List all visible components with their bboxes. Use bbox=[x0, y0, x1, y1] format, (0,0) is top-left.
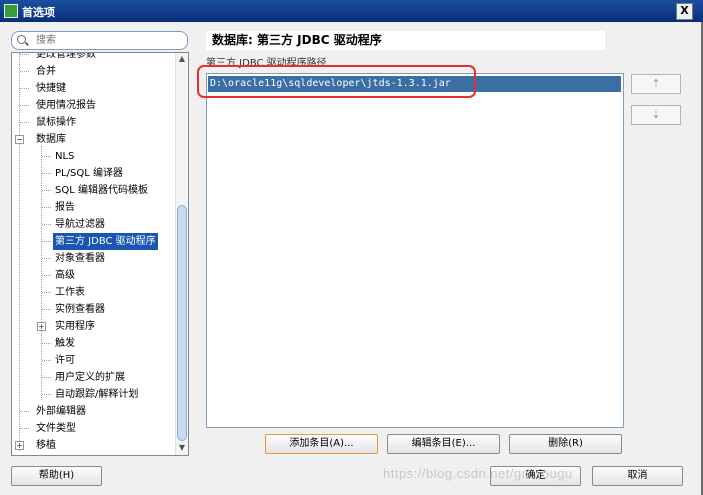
tree-item[interactable]: 外部编辑器 bbox=[12, 403, 176, 420]
tree-branch bbox=[42, 173, 51, 174]
tree-item[interactable]: 高级 bbox=[12, 267, 176, 284]
tree-branch bbox=[20, 88, 29, 89]
tree-item[interactable]: 对象查看器 bbox=[12, 250, 176, 267]
tree-branch bbox=[20, 54, 29, 55]
preferences-tree[interactable]: 更改管理参数 合并 快捷键 使用情况报告 鼠标操作 − 数据库 NLS PL/S… bbox=[11, 52, 189, 456]
tree-item-label: 高级 bbox=[55, 270, 75, 281]
window-title: 首选项 bbox=[22, 6, 55, 19]
tree-item-database[interactable]: − 数据库 bbox=[12, 131, 176, 148]
tree-branch bbox=[42, 309, 51, 310]
tree-item-label: 自动跟踪/解释计划 bbox=[55, 389, 139, 400]
tree-branch bbox=[42, 292, 51, 293]
help-button[interactable]: 帮助(H) bbox=[11, 466, 102, 486]
annotation-highlight-box bbox=[197, 65, 476, 98]
tree-item-label: PL/SQL 编译器 bbox=[55, 168, 123, 179]
tree-branch bbox=[42, 224, 51, 225]
tree-item-label: 文件类型 bbox=[36, 423, 76, 434]
tree-item[interactable]: 报告 bbox=[12, 199, 176, 216]
expand-icon[interactable]: + bbox=[15, 441, 24, 450]
tree-item-label: 鼠标操作 bbox=[36, 117, 76, 128]
tree-item-label: NLS bbox=[55, 151, 75, 162]
tree-item-label: SQL 编辑器代码模板 bbox=[55, 185, 148, 196]
scroll-up-icon[interactable]: ▲ bbox=[178, 55, 186, 63]
tree-item-migration[interactable]: + 移植 bbox=[12, 437, 176, 454]
search-box[interactable] bbox=[11, 31, 188, 50]
tree-item-label: 移植 bbox=[36, 440, 56, 451]
tree-item[interactable]: PL/SQL 编译器 bbox=[12, 165, 176, 182]
tree-item[interactable]: 自动跟踪/解释计划 bbox=[12, 386, 176, 403]
move-down-button[interactable]: ⇣ bbox=[631, 105, 681, 125]
tree-item[interactable]: 鼠标操作 bbox=[12, 114, 176, 131]
search-input[interactable] bbox=[34, 33, 183, 48]
tree-item-label: 报告 bbox=[55, 202, 75, 213]
tree-branch bbox=[20, 428, 29, 429]
tree-branch bbox=[42, 394, 51, 395]
tree-item-label: 用户定义的扩展 bbox=[55, 372, 125, 383]
tree-item-label: 导航过滤器 bbox=[55, 219, 105, 230]
tree-item[interactable]: 合并 bbox=[12, 63, 176, 80]
tree-item-label: 工作表 bbox=[55, 287, 85, 298]
tree-branch bbox=[42, 241, 51, 242]
tree-item[interactable]: 用户定义的扩展 bbox=[12, 369, 176, 386]
tree-branch bbox=[42, 343, 51, 344]
tree-branch bbox=[42, 377, 51, 378]
tree-item-label: 对象查看器 bbox=[55, 253, 105, 264]
tree-branch bbox=[20, 411, 29, 412]
scrollbar-thumb[interactable] bbox=[177, 205, 187, 441]
tree-item[interactable]: 文件类型 bbox=[12, 420, 176, 437]
move-up-button[interactable]: ⇡ bbox=[631, 74, 681, 94]
tree-branch bbox=[42, 275, 51, 276]
title-bar: 首选项 X bbox=[0, 0, 703, 22]
cancel-button[interactable]: 取消 bbox=[592, 466, 683, 486]
tree-item[interactable]: 导航过滤器 bbox=[12, 216, 176, 233]
tree-item[interactable]: NLS bbox=[12, 148, 176, 165]
tree-item-label: 使用情况报告 bbox=[36, 100, 96, 111]
watermark-text: https://blog.csdn.net/gn...ougu bbox=[383, 466, 573, 481]
tree-item-label: 数据库 bbox=[36, 134, 66, 145]
tree-branch bbox=[42, 258, 51, 259]
tree-item[interactable]: 许可 bbox=[12, 352, 176, 369]
panel-title: 数据库: 第三方 JDBC 驱动程序 bbox=[206, 31, 605, 50]
tree-item-label: 外部编辑器 bbox=[36, 406, 86, 417]
tree-branch bbox=[42, 190, 51, 191]
tree-item-label: 触发 bbox=[55, 338, 75, 349]
app-icon bbox=[4, 4, 18, 18]
tree-scrollbar[interactable]: ▲ ▼ bbox=[175, 53, 188, 455]
tree-item-label: 快捷键 bbox=[36, 83, 66, 94]
tree-item[interactable]: 工作表 bbox=[12, 284, 176, 301]
tree-branch bbox=[42, 207, 51, 208]
tree-branch bbox=[20, 122, 29, 123]
tree-item[interactable]: 更改管理参数 bbox=[12, 52, 176, 63]
add-entry-button[interactable]: 添加条目(A)... bbox=[265, 434, 378, 454]
tree-branch bbox=[42, 360, 51, 361]
tree-item-label: 实用程序 bbox=[55, 321, 95, 332]
tree-item-label: 第三方 JDBC 驱动程序 bbox=[53, 233, 158, 250]
tree-item-label: 实例查看器 bbox=[55, 304, 105, 315]
tree-item-label: 合并 bbox=[36, 66, 56, 77]
search-icon bbox=[17, 35, 26, 44]
driver-path-list[interactable]: D:\oracle11g\sqldeveloper\jtds-1.3.1.jar bbox=[206, 73, 624, 428]
tree-item[interactable]: 快捷键 bbox=[12, 80, 176, 97]
delete-button[interactable]: 删除(R) bbox=[509, 434, 622, 454]
tree-item-label: 许可 bbox=[55, 355, 75, 366]
close-button[interactable]: X bbox=[676, 3, 693, 20]
tree-item-utilities[interactable]: + 实用程序 bbox=[12, 318, 176, 335]
tree-item[interactable]: SQL 编辑器代码模板 bbox=[12, 182, 176, 199]
edit-entry-button[interactable]: 编辑条目(E)... bbox=[387, 434, 500, 454]
tree-branch bbox=[42, 156, 51, 157]
tree-item[interactable]: 触发 bbox=[12, 335, 176, 352]
tree-branch bbox=[20, 105, 29, 106]
collapse-icon[interactable]: − bbox=[15, 135, 24, 144]
tree-item-label: 更改管理参数 bbox=[36, 52, 96, 60]
scroll-down-icon[interactable]: ▼ bbox=[178, 444, 186, 452]
tree-item[interactable]: 使用情况报告 bbox=[12, 97, 176, 114]
tree-branch bbox=[20, 71, 29, 72]
tree-item[interactable]: 实例查看器 bbox=[12, 301, 176, 318]
expand-icon[interactable]: + bbox=[37, 322, 46, 331]
tree-item-jdbc-drivers[interactable]: 第三方 JDBC 驱动程序 bbox=[12, 233, 176, 250]
